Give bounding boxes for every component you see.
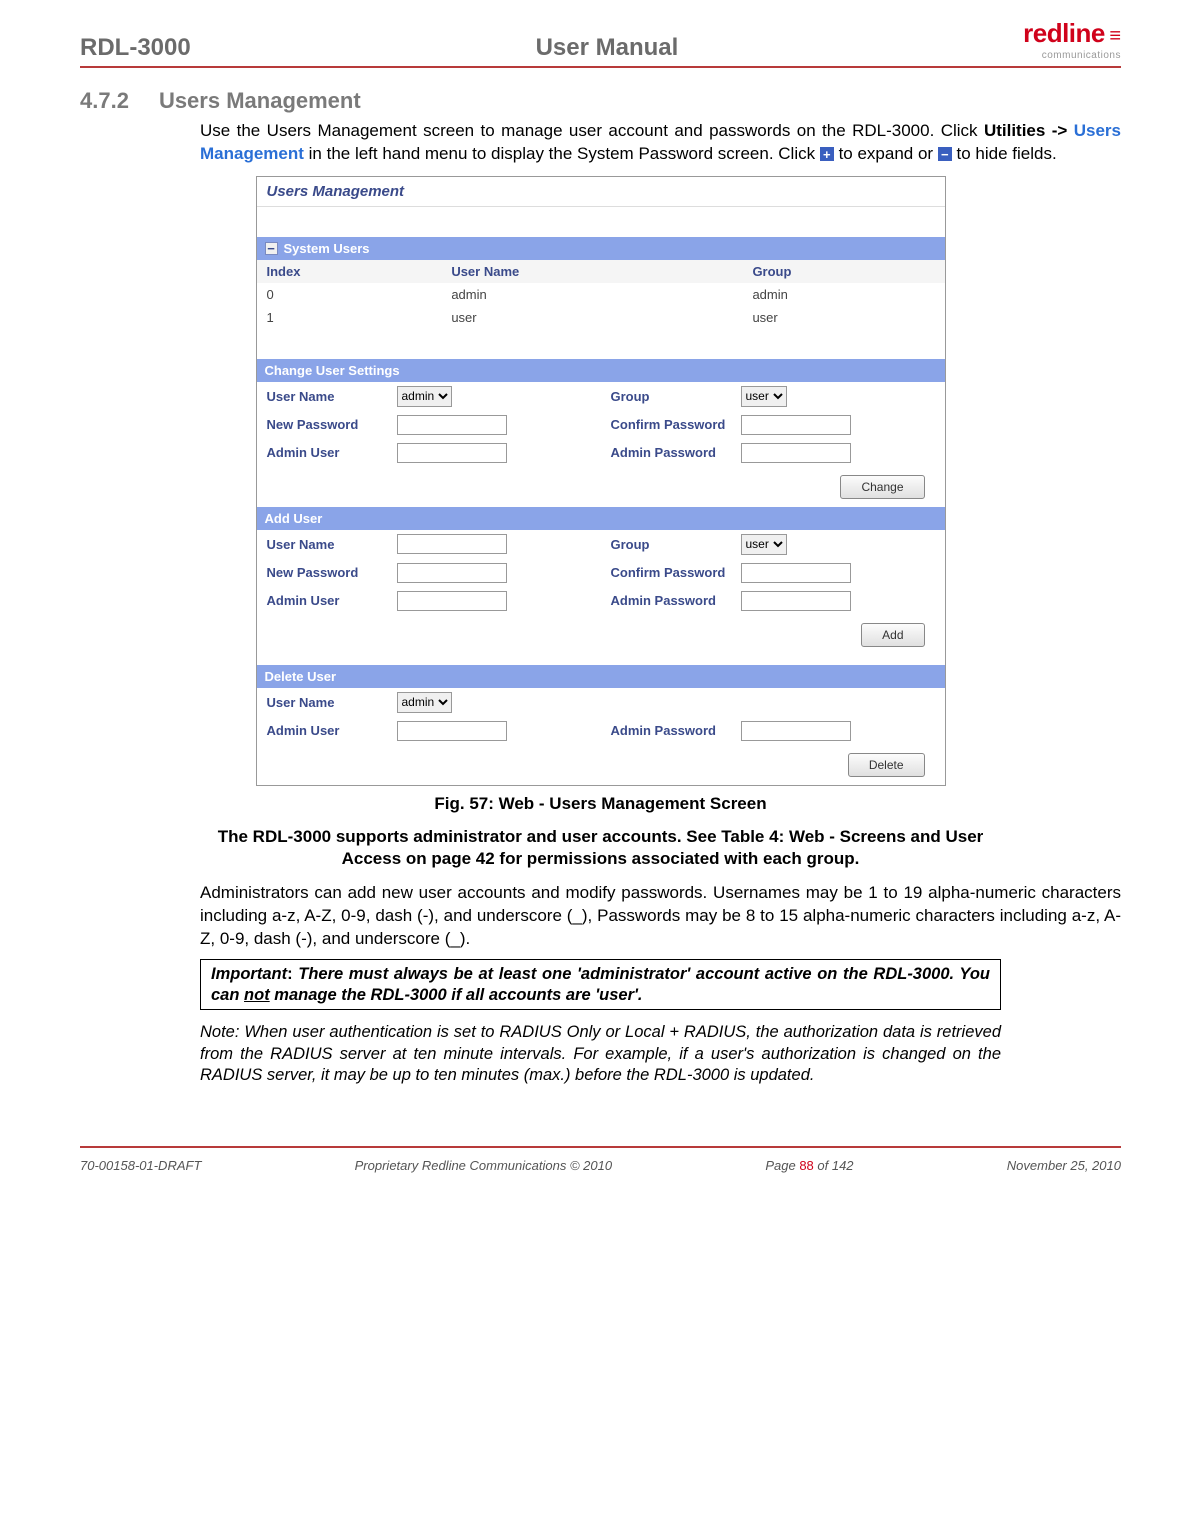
- screenshot-title: Users Management: [257, 177, 945, 207]
- logo-mark: ≡: [1109, 25, 1121, 47]
- label-confirm-password: Confirm Password: [611, 565, 741, 580]
- system-users-table: Index User Name Group 0 admin admin 1 us…: [257, 260, 945, 329]
- label-group: Group: [611, 389, 741, 404]
- change-newpw-input[interactable]: [397, 415, 507, 435]
- header-title: User Manual: [536, 34, 679, 62]
- label-new-password: New Password: [267, 417, 397, 432]
- change-adminuser-input[interactable]: [397, 443, 507, 463]
- footer-doc-id: 70-00158-01-DRAFT: [80, 1158, 201, 1173]
- section-heading: 4.7.2 Users Management: [80, 88, 1121, 114]
- expand-icon: +: [820, 147, 834, 161]
- label-admin-user: Admin User: [267, 723, 397, 738]
- label-new-password: New Password: [267, 565, 397, 580]
- figure-caption: Fig. 57: Web - Users Management Screen: [80, 794, 1121, 814]
- label-admin-password: Admin Password: [611, 723, 741, 738]
- add-confirmpw-input[interactable]: [741, 563, 851, 583]
- label-admin-user: Admin User: [267, 445, 397, 460]
- important-box: Important: There must always be at least…: [200, 959, 1001, 1010]
- add-group-select[interactable]: user: [741, 534, 787, 555]
- label-username: User Name: [267, 537, 397, 552]
- col-index: Index: [257, 260, 442, 283]
- change-user-header: Change User Settings: [257, 359, 945, 382]
- support-statement: The RDL-3000 supports administrator and …: [200, 826, 1001, 870]
- table-row: 0 admin admin: [257, 283, 945, 306]
- change-button[interactable]: Change: [840, 475, 924, 499]
- delete-adminuser-input[interactable]: [397, 721, 507, 741]
- label-username: User Name: [267, 389, 397, 404]
- add-adminuser-input[interactable]: [397, 591, 507, 611]
- system-users-header: − System Users: [257, 237, 945, 260]
- users-management-screenshot: Users Management − System Users Index Us…: [256, 176, 946, 786]
- admin-paragraph: Administrators can add new user accounts…: [200, 882, 1121, 951]
- add-username-input[interactable]: [397, 534, 507, 554]
- col-group: Group: [742, 260, 944, 283]
- label-username: User Name: [267, 695, 397, 710]
- add-adminpw-input[interactable]: [741, 591, 851, 611]
- delete-adminpw-input[interactable]: [741, 721, 851, 741]
- add-button[interactable]: Add: [861, 623, 924, 647]
- collapse-icon: −: [938, 147, 952, 161]
- footer-date: November 25, 2010: [1007, 1158, 1121, 1173]
- add-newpw-input[interactable]: [397, 563, 507, 583]
- table-row: 1 user user: [257, 306, 945, 329]
- label-confirm-password: Confirm Password: [611, 417, 741, 432]
- footer-page: Page 88 of 142: [765, 1158, 853, 1173]
- section-title: Users Management: [159, 88, 361, 114]
- logo-subtext: communications: [1042, 50, 1121, 61]
- page-footer: 70-00158-01-DRAFT Proprietary Redline Co…: [80, 1146, 1121, 1173]
- delete-button[interactable]: Delete: [848, 753, 925, 777]
- add-user-header: Add User: [257, 507, 945, 530]
- brand-logo: redline ≡ communications: [1023, 20, 1121, 62]
- note-paragraph: Note: When user authentication is set to…: [200, 1022, 1001, 1086]
- change-confirmpw-input[interactable]: [741, 415, 851, 435]
- logo-text: redline: [1023, 18, 1105, 48]
- col-username: User Name: [441, 260, 742, 283]
- change-adminpw-input[interactable]: [741, 443, 851, 463]
- delete-username-select[interactable]: admin: [397, 692, 452, 713]
- change-username-select[interactable]: admin: [397, 386, 452, 407]
- footer-copyright: Proprietary Redline Communications © 201…: [355, 1158, 612, 1173]
- label-group: Group: [611, 537, 741, 552]
- label-admin-password: Admin Password: [611, 593, 741, 608]
- collapse-icon[interactable]: −: [265, 242, 278, 255]
- delete-user-header: Delete User: [257, 665, 945, 688]
- change-group-select[interactable]: user: [741, 386, 787, 407]
- intro-paragraph: Use the Users Management screen to manag…: [200, 120, 1121, 166]
- page-header: RDL-3000 User Manual redline ≡ communica…: [80, 20, 1121, 68]
- label-admin-user: Admin User: [267, 593, 397, 608]
- header-product: RDL-3000: [80, 34, 191, 62]
- section-number: 4.7.2: [80, 88, 129, 114]
- label-admin-password: Admin Password: [611, 445, 741, 460]
